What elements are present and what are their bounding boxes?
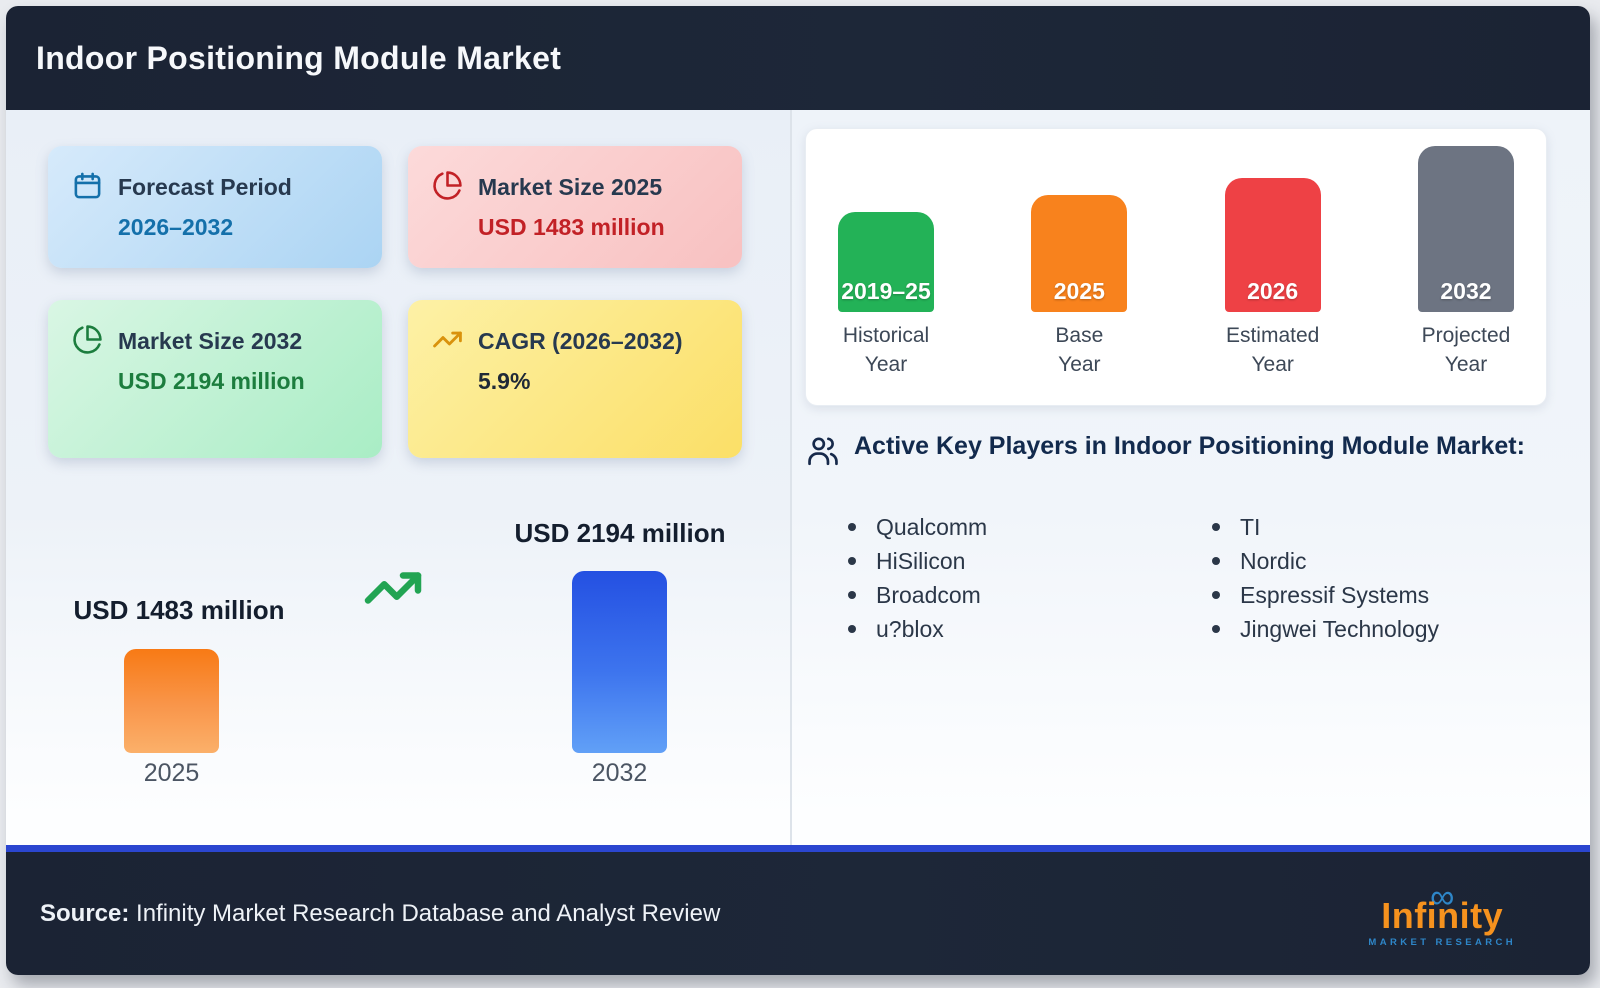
timeline-category-label: Projected Year xyxy=(1422,322,1511,379)
timeline-category-label: Base Year xyxy=(1055,322,1103,379)
info-card-label: Market Size 2032 xyxy=(118,328,303,354)
key-player-item: Nordic xyxy=(1212,544,1439,578)
info-card-value: 2026–2032 xyxy=(118,213,234,240)
page-title: Indoor Positioning Module Market xyxy=(36,39,562,76)
source-value: Infinity Market Research Database and An… xyxy=(129,899,721,927)
key-player-item: Qualcomm xyxy=(848,510,987,544)
timeline-item-estimated: 2026 Estimated Year xyxy=(1224,144,1321,379)
bullet-icon xyxy=(1212,523,1220,531)
infographic-frame: Indoor Positioning Module Market Forecas… xyxy=(6,6,1590,975)
key-player-name: Broadcom xyxy=(876,581,981,608)
infinity-logo: ∞ Infinity MARKET RESEARCH xyxy=(1368,880,1516,948)
bullet-icon xyxy=(1212,625,1220,633)
users-icon xyxy=(806,434,840,473)
timeline-bar-year: 2025 xyxy=(1053,278,1105,305)
header: Indoor Positioning Module Market xyxy=(6,6,1590,110)
timeline-item-projected: 2032 Projected Year xyxy=(1417,144,1514,379)
logo-wordmark: Infinity xyxy=(1381,894,1504,936)
timeline-bar-year: 2032 xyxy=(1440,278,1492,305)
timeline-card: 2019–25 Historical Year 2025 Base Year 2… xyxy=(805,128,1547,406)
timeline-barbox: 2026 xyxy=(1224,144,1321,313)
timeline-bar-base: 2025 xyxy=(1031,195,1128,313)
source-label: Source: xyxy=(40,899,130,927)
timeline-category-line2: Year xyxy=(1058,352,1101,376)
info-card-market-size-2025: Market Size 2025 USD 1483 million xyxy=(408,146,742,268)
timeline-bar-year: 2019–25 xyxy=(841,278,931,305)
bullet-icon xyxy=(848,591,856,599)
left-panel: Forecast Period 2026–2032 Market Size 20… xyxy=(6,110,792,845)
bullet-icon xyxy=(848,523,856,531)
key-player-name: Nordic xyxy=(1240,547,1307,574)
key-player-item: TI xyxy=(1212,510,1439,544)
bar-axis-label-2032: 2032 xyxy=(591,759,648,787)
footer: Source: Infinity Market Research Databas… xyxy=(6,852,1590,975)
timeline-category-line1: Projected xyxy=(1421,324,1511,348)
info-card-label: Forecast Period xyxy=(118,174,292,200)
info-card-cagr: CAGR (2026–2032) 5.9% xyxy=(408,300,742,458)
info-card-value: USD 1483 million xyxy=(478,213,665,240)
timeline-category-line1: Historical xyxy=(842,324,930,348)
timeline-category-label: Estimated Year xyxy=(1226,322,1319,379)
timeline-category-line2: Year xyxy=(1444,352,1488,376)
bullet-icon xyxy=(848,557,856,565)
timeline-barbox: 2025 xyxy=(1031,144,1128,313)
timeline-bar-estimated: 2026 xyxy=(1224,178,1321,313)
key-players-list-right: TI Nordic Espressif Systems Jingwei Tech… xyxy=(1212,510,1439,646)
timeline-bar-year: 2026 xyxy=(1247,278,1299,305)
bullet-icon xyxy=(1212,557,1220,565)
bar-2032 xyxy=(572,571,667,753)
key-players-title: Active Key Players in Indoor Positioning… xyxy=(854,432,1525,460)
key-player-name: u?blox xyxy=(876,615,944,642)
timeline-bar-projected: 2032 xyxy=(1417,146,1514,313)
timeline-item-base: 2025 Base Year xyxy=(1031,144,1128,379)
key-players-heading: Active Key Players in Indoor Positioning… xyxy=(806,430,1551,473)
info-card-label: Market Size 2025 xyxy=(478,174,663,200)
info-card-value: USD 2194 million xyxy=(118,367,305,394)
key-players-list-left: Qualcomm HiSilicon Broadcom u?blox xyxy=(848,510,987,646)
timeline-category-line1: Estimated xyxy=(1225,324,1320,348)
info-card-text: CAGR (2026–2032) 5.9% xyxy=(478,322,683,401)
bar-value-label-2032: USD 2194 million xyxy=(514,518,726,548)
timeline-item-historical: 2019–25 Historical Year xyxy=(838,144,934,379)
info-card-label: CAGR (2026–2032) xyxy=(478,328,683,354)
key-player-name: HiSilicon xyxy=(876,547,966,574)
key-player-item: HiSilicon xyxy=(848,544,987,578)
bullet-icon xyxy=(1212,591,1220,599)
timeline-category-line1: Base xyxy=(1055,324,1104,348)
trending-up-arrow-icon xyxy=(358,558,428,623)
pie-chart-icon xyxy=(72,324,103,360)
bullet-icon xyxy=(848,625,856,633)
pie-chart-icon xyxy=(432,170,463,206)
info-card-text: Forecast Period 2026–2032 xyxy=(118,168,292,247)
timeline-category-line2: Year xyxy=(1251,352,1294,376)
key-player-name: TI xyxy=(1240,513,1261,540)
timeline-category-label: Historical Year xyxy=(843,322,929,379)
bar-axis-label-2025: 2025 xyxy=(143,759,200,787)
source-text: Source: Infinity Market Research Databas… xyxy=(40,900,720,928)
content: Forecast Period 2026–2032 Market Size 20… xyxy=(6,110,1590,845)
bar-value-label-2025: USD 1483 million xyxy=(73,595,285,625)
trending-up-icon xyxy=(432,324,463,360)
key-player-item: u?blox xyxy=(848,612,987,646)
key-player-name: Qualcomm xyxy=(876,513,988,540)
info-card-market-size-2032: Market Size 2032 USD 2194 million xyxy=(48,300,382,458)
footer-accent-line xyxy=(6,845,1590,852)
info-card-value: 5.9% xyxy=(478,367,531,394)
timeline-barbox: 2032 xyxy=(1417,144,1514,313)
timeline-category-line2: Year xyxy=(864,352,908,376)
key-player-name: Jingwei Technology xyxy=(1240,615,1440,642)
logo-subtitle: MARKET RESEARCH xyxy=(1368,936,1516,948)
timeline-barbox: 2019–25 xyxy=(838,144,934,313)
timeline-bar-historical: 2019–25 xyxy=(838,212,934,313)
info-card-forecast-period: Forecast Period 2026–2032 xyxy=(48,146,382,268)
calendar-icon xyxy=(72,170,103,206)
info-card-text: Market Size 2025 USD 1483 million xyxy=(478,168,665,247)
info-card-text: Market Size 2032 USD 2194 million xyxy=(118,322,305,401)
key-player-item: Jingwei Technology xyxy=(1212,612,1439,646)
key-player-item: Broadcom xyxy=(848,578,987,612)
key-player-item: Espressif Systems xyxy=(1212,578,1439,612)
bar-2025 xyxy=(124,649,219,753)
key-player-name: Espressif Systems xyxy=(1240,581,1430,608)
right-panel: 2019–25 Historical Year 2025 Base Year 2… xyxy=(792,110,1590,845)
